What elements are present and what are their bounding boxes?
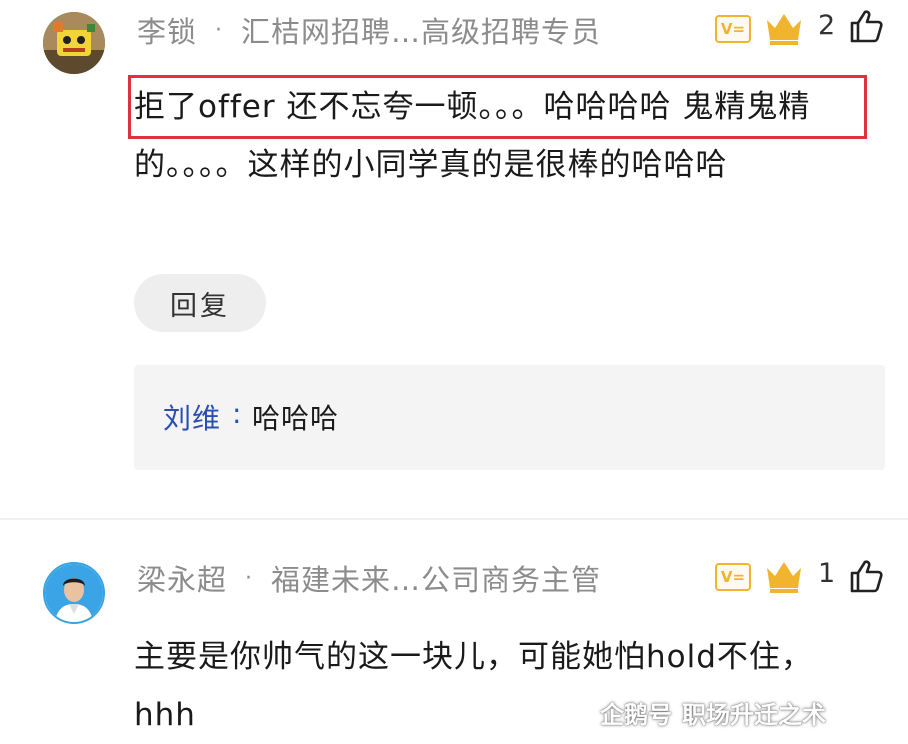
- sub-reply-separator: :: [232, 397, 242, 430]
- comment-item: 李锁 · 汇桔网招聘…高级招聘专员 V= 2 拒了offer 还不忘夸一顿。。。…: [0, 0, 908, 518]
- thumbs-up-icon[interactable]: [848, 558, 884, 594]
- sub-reply-text: 哈哈哈: [252, 402, 340, 435]
- author-title: 汇桔网招聘…高级招聘专员: [241, 15, 602, 49]
- reply-button[interactable]: 回复: [134, 274, 266, 332]
- thumbs-up-icon[interactable]: [848, 8, 884, 44]
- author-title: 福建未来…公司商务主管: [271, 563, 602, 597]
- meta-separator: ·: [215, 17, 224, 43]
- penguin-logo-icon: [565, 699, 589, 727]
- sub-reply-author[interactable]: 刘维: [163, 397, 221, 437]
- sub-reply[interactable]: 刘维 : 哈哈哈: [134, 365, 885, 470]
- meta-separator: ·: [245, 565, 254, 591]
- comment-author[interactable]: 梁永超: [137, 557, 227, 599]
- avatar[interactable]: [43, 12, 105, 74]
- comment-meta: 李锁 · 汇桔网招聘…高级招聘专员: [137, 8, 601, 52]
- verified-badge-icon: V=: [715, 15, 751, 43]
- comment-author[interactable]: 李锁: [137, 9, 197, 51]
- comment-text: 拒了offer 还不忘夸一顿。。。哈哈哈哈 鬼精鬼精的。。。。这样的小同学真的是…: [134, 89, 811, 183]
- comment-meta: 梁永超 · 福建未来…公司商务主管: [137, 556, 601, 600]
- watermark-account: 职场升迁之术: [682, 700, 826, 729]
- avatar[interactable]: [43, 562, 105, 624]
- like-count: 2: [818, 10, 836, 41]
- crown-icon: [767, 14, 801, 45]
- like-count: 1: [818, 558, 836, 589]
- watermark: 企鹅号 职场升迁之术: [562, 694, 836, 730]
- crown-icon: [767, 562, 801, 593]
- verified-badge-icon: V=: [715, 563, 751, 591]
- watermark-platform: 企鹅号: [600, 700, 672, 729]
